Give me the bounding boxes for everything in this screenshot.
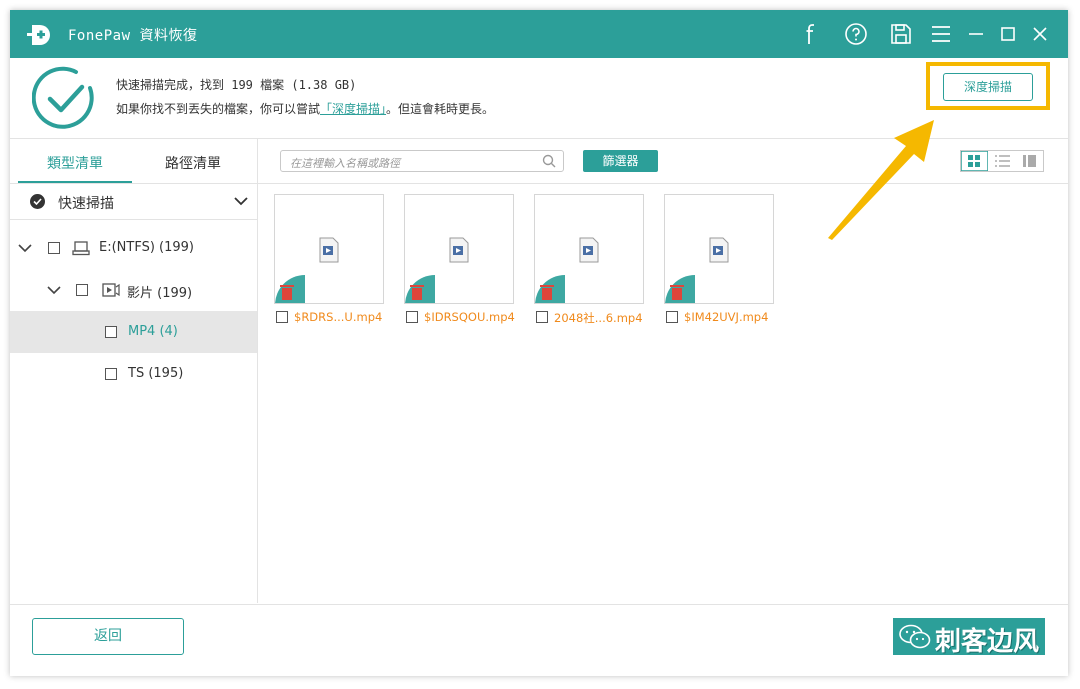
file-checkbox[interactable] xyxy=(406,311,418,323)
help-icon[interactable] xyxy=(844,22,868,46)
chevron-down-icon[interactable] xyxy=(47,285,61,295)
deep-scan-button[interactable]: 深度掃描 xyxy=(943,73,1033,101)
scan-mode-selector[interactable]: 快速掃描 xyxy=(10,183,257,220)
video-file-icon xyxy=(579,237,599,263)
search-icon[interactable] xyxy=(542,154,556,168)
deep-scan-hint: 如果你找不到丟失的檔案，你可以嘗試「深度掃描」。但這會耗時更長。 xyxy=(116,100,494,117)
tree-item-ts[interactable]: TS (195) xyxy=(10,353,257,395)
mp4-checkbox[interactable] xyxy=(105,326,117,338)
tree-item-mp4[interactable]: MP4 (4) xyxy=(10,311,257,353)
detail-view-icon[interactable] xyxy=(1016,151,1043,171)
search-input[interactable]: 在這裡輸入名稱或路徑 xyxy=(280,150,564,172)
video-icon xyxy=(102,283,120,297)
hint-text-pre: 如果你找不到丟失的檔案，你可以嘗試 xyxy=(116,102,321,116)
annotation-arrow-icon xyxy=(828,120,934,240)
facebook-icon[interactable] xyxy=(800,22,824,46)
file-name: 2048社...6.mp4 xyxy=(554,311,643,325)
scan-mode-label: 快速掃描 xyxy=(58,196,114,212)
check-circle-icon xyxy=(30,194,45,209)
app-name: FonePaw xyxy=(68,28,131,44)
tab-path-list[interactable]: 路徑清單 xyxy=(136,139,250,183)
menu-icon[interactable] xyxy=(929,22,953,46)
chevron-down-icon[interactable] xyxy=(234,196,248,206)
file-name: $IDRSQOU.mp4 xyxy=(424,310,515,324)
file-thumbnail[interactable] xyxy=(404,194,514,304)
fonepaw-logo-icon xyxy=(27,25,50,45)
video-file-icon xyxy=(709,237,729,263)
ts-label: TS (195) xyxy=(128,366,184,381)
drive-label: E:(NTFS) (199) xyxy=(99,240,194,255)
category-panel: 類型清單 路徑清單 快速掃描 E:(NTFS) (199) 影片 (199) M… xyxy=(10,139,258,603)
file-thumbnail[interactable] xyxy=(664,194,774,304)
footer-bar: 返回 刺客边风 xyxy=(10,604,1068,677)
video-label: 影片 (199) xyxy=(127,286,193,301)
file-card[interactable]: $IM42UVJ.mp4 xyxy=(664,194,774,344)
chevron-down-icon[interactable] xyxy=(18,243,32,253)
search-placeholder: 在這裡輸入名稱或路徑 xyxy=(290,157,400,170)
app-subtitle: 資料恢復 xyxy=(139,28,198,44)
video-file-icon xyxy=(319,237,339,263)
filter-button[interactable]: 篩選器 xyxy=(583,150,658,172)
scan-summary-text: 快速掃描完成，找到 199 檔案 (1.38 GB) xyxy=(116,78,357,92)
tree-item-video[interactable]: 影片 (199) xyxy=(10,269,257,311)
file-checkbox[interactable] xyxy=(536,311,548,323)
view-mode-toggle xyxy=(960,150,1044,172)
grid-view-icon[interactable] xyxy=(961,151,988,171)
scan-complete-check-icon xyxy=(32,66,94,129)
file-thumbnail[interactable] xyxy=(534,194,644,304)
trash-icon xyxy=(665,275,695,303)
title-bar: FonePaw 資料恢復 xyxy=(10,10,1068,58)
hint-text-post: 。但這會耗時更長。 xyxy=(386,102,495,116)
wechat-icon xyxy=(899,624,931,649)
tab-type-list[interactable]: 類型清單 xyxy=(18,139,132,183)
minimize-icon[interactable] xyxy=(964,22,988,46)
trash-icon xyxy=(535,275,565,303)
file-thumbnail[interactable] xyxy=(274,194,384,304)
drive-checkbox[interactable] xyxy=(48,242,60,254)
trash-icon xyxy=(275,275,305,303)
file-card[interactable]: $RDRS...U.mp4 xyxy=(274,194,384,344)
trash-icon xyxy=(405,275,435,303)
watermark: 刺客边风 xyxy=(893,618,1045,657)
file-checkbox[interactable] xyxy=(276,311,288,323)
maximize-icon[interactable] xyxy=(996,22,1020,46)
ts-checkbox[interactable] xyxy=(105,368,117,380)
save-icon[interactable] xyxy=(889,22,913,46)
file-card[interactable]: 2048社...6.mp4 xyxy=(534,194,644,344)
watermark-text: 刺客边风 xyxy=(935,627,1040,657)
file-card[interactable]: $IDRSQOU.mp4 xyxy=(404,194,515,344)
video-file-icon xyxy=(449,237,469,263)
file-toolbar: 在這裡輸入名稱或路徑 篩選器 xyxy=(258,139,1068,184)
video-checkbox[interactable] xyxy=(76,284,88,296)
list-view-icon[interactable] xyxy=(989,151,1016,171)
file-name: $RDRS...U.mp4 xyxy=(294,310,383,324)
file-name: $IM42UVJ.mp4 xyxy=(684,310,769,324)
tree-item-drive[interactable]: E:(NTFS) (199) xyxy=(10,227,257,269)
file-checkbox[interactable] xyxy=(666,311,678,323)
panel-tabs: 類型清單 路徑清單 xyxy=(10,139,257,184)
deep-scan-link[interactable]: 「深度掃描」 xyxy=(320,102,386,116)
close-icon[interactable] xyxy=(1028,22,1052,46)
back-button[interactable]: 返回 xyxy=(32,618,184,655)
hard-drive-icon xyxy=(72,241,90,256)
mp4-label: MP4 (4) xyxy=(128,324,178,339)
app-title: FonePaw 資料恢復 xyxy=(68,25,197,45)
